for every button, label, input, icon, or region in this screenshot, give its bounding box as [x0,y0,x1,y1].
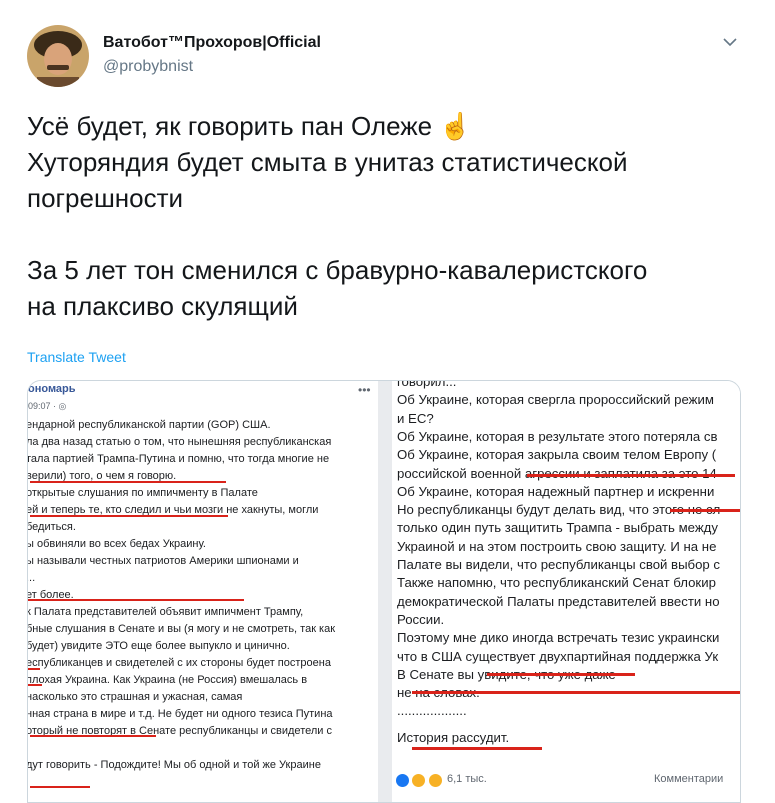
fb-left-line: плохая Украина. Как Украина (не Россия) … [28,674,308,686]
more-options-icon: ••• [358,383,371,397]
tweet-line [27,216,752,252]
fb-right-line: России. [397,611,445,627]
fb-right-line: Об Украине, которая надежный партнер и и… [397,483,715,499]
fb-left-line: еспубликанцев и свидетелей с их стороны … [28,657,331,669]
tweet-line: За 5 лет тон сменился с бравурно-кавалер… [27,255,648,285]
fb-left-line: ы обвиняли во всех бедах Украину. [28,538,206,550]
comments-label: Комментарии [654,773,724,785]
fb-left-line: оторый не повторят в Сенате республиканц… [28,725,332,737]
fb-right-line: ................... [397,703,467,719]
fb-right-line: что в США существует двухпартийная подде… [397,648,719,664]
fb-right-line: История рассудит. [397,729,510,745]
fb-right-line: демократической Палаты представителей вв… [397,593,720,609]
fb-left-line: ендарной республиканской партии (GOP) СШ… [28,419,271,431]
fb-left-line: бедиться. [28,521,76,533]
author-handle[interactable]: @probybnist [103,58,193,76]
translate-tweet-link[interactable]: Translate Tweet [27,349,126,365]
fb-right-line: Об Украине, которая в результате этого п… [397,428,718,444]
fb-left-line: будет) увидите ЭТО еще более выпукло и ц… [28,640,290,652]
fb-left-line: ла два назад статью о том, что нынешняя … [28,436,332,448]
like-icon [395,773,410,789]
fb-right-line: Об Украине, которая закрыла своим телом … [397,447,717,463]
tweet-line: Усё будет, як говорить пан Олеже ☝ [27,111,472,141]
fb-right-line: только один путь защитить Трампа - выбра… [397,520,718,536]
fb-left-line: тала партией Трампа-Путина и помню, что … [28,453,330,465]
fb-left-line: к Палата представителей объявит импичмен… [28,606,304,618]
fb-right-line: Палате вы видели, что республиканцы свой… [397,557,721,572]
fb-right-line: Украиной и на этом построить свою защиту… [397,538,717,554]
fb-left-line: нная страна в мире и т.д. Не будет ни од… [28,708,333,720]
fb-right-line: и ЕС? [397,410,434,426]
reactions-icons [395,772,443,790]
tweet-line: погрешности [27,183,184,213]
fb-left-line: насколько это страшная и ужасная, самая [28,691,243,703]
image-divider [378,381,392,802]
tweet-media-image[interactable]: ономарь ••• 09:07 · ◎ ендарной республик… [27,380,741,803]
avatar[interactable] [27,25,89,87]
fb-left-line: бные слушания в Сенате и вы (я могу и не… [28,623,336,635]
fb-left-line: открытые слушания по импичменту в Палате [28,487,258,499]
fb-timestamp: 09:07 · ◎ [28,401,67,411]
tweet-text: Усё будет, як говорить пан Олеже ☝ Хутор… [27,108,752,324]
reactions-count: 6,1 тыс. [447,773,487,785]
fb-right-line: Поэтому мне дико иногда встречать тезис … [397,630,720,646]
facebook-post-right: говорил... Об Украине, которая свергла пр… [392,381,740,802]
haha-icon [411,773,427,789]
fb-author-name: ономарь [28,383,76,395]
fb-left-line: ет более. [28,589,74,601]
fb-left-line: дут говорить - Подождите! Мы об одной и … [28,759,321,771]
wow-icon [427,773,443,789]
fb-left-line: ы называли честных патриотов Америки шпи… [28,555,299,567]
fb-right-line: Также напомню, что республиканский Сенат… [397,575,716,591]
fb-right-line: Об Украине, которая свергла пророссийски… [397,392,714,408]
fb-right-line: говорил... [397,381,457,389]
author-name[interactable]: Ватобот™Прохоров|Official [103,34,321,52]
tweet-line: на плаксиво скулящий [27,291,298,321]
tweet-line: Хуторяндия будет смыта в унитаз статисти… [27,147,628,177]
globe-icon: ◎ [58,401,67,411]
chevron-down-icon[interactable] [718,30,742,54]
facebook-post-left: ономарь ••• 09:07 · ◎ ендарной республик… [28,381,378,802]
fb-left-line: ... [28,572,36,584]
